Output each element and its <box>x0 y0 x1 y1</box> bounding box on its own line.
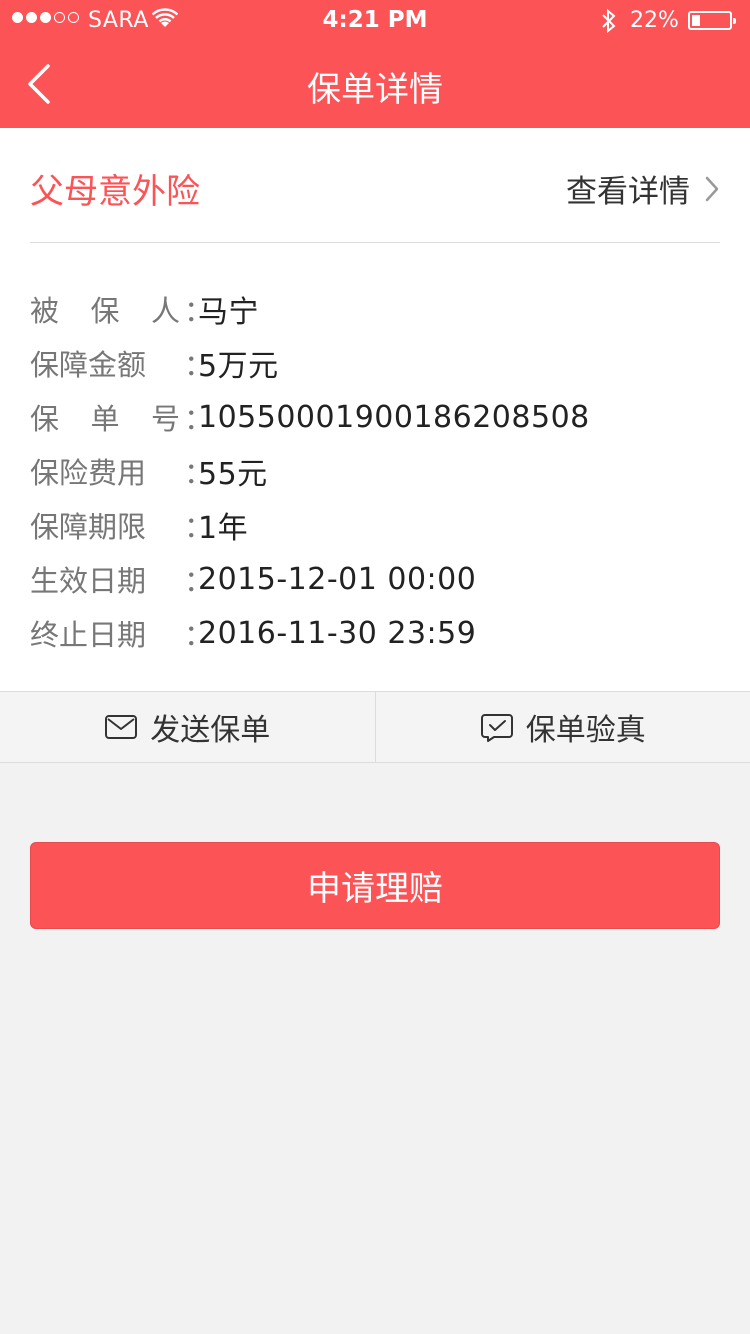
field-value: 2016-11-30 23:59 <box>198 615 477 651</box>
policy-fields: 被保人 ： 马宁 保障金额 ： 5万元 保单号 ： 10550001900186… <box>30 282 589 660</box>
field-policy-number: 保单号 ： 1055000190018620850​8 <box>30 390 589 444</box>
bluetooth-icon <box>602 8 616 34</box>
verify-policy-label: 保单验真 <box>525 713 646 748</box>
divider <box>30 242 720 243</box>
apply-claim-button[interactable]: 申请理赔 <box>30 842 720 929</box>
page-title: 保单详情 <box>307 70 443 110</box>
field-value: 5万元 <box>198 349 279 384</box>
field-term: 保障期限 ： 1年 <box>30 498 248 552</box>
field-label: 终止日期 <box>30 618 147 652</box>
field-value: 马宁 <box>198 295 259 330</box>
field-label: 保单号 <box>30 402 180 436</box>
verify-policy-button[interactable]: 保单验真 <box>374 692 750 762</box>
battery-icon <box>688 11 736 30</box>
policy-card: 父母意外险 查看详情 被保人 ： 马宁 保障金额 ： 5万元 保单号 ： 105… <box>0 128 750 691</box>
field-label: 生效日期 <box>30 564 147 598</box>
field-insured: 被保人 ： 马宁 <box>30 282 259 336</box>
field-value: 55元 <box>198 457 268 492</box>
field-value: 2015-12-01 00:00 <box>198 561 477 597</box>
envelope-icon <box>105 715 138 739</box>
field-label: 保障期限 <box>30 510 147 544</box>
top-bar: SARA 4:21 PM 22% 保单详情 <box>0 0 750 128</box>
field-label: 保险费用 <box>30 456 147 490</box>
chevron-right-icon <box>705 176 719 201</box>
field-value: 1055000190018620850​8 <box>198 399 590 435</box>
battery-percent: 22% <box>630 8 679 33</box>
product-name: 父母意外险 <box>30 172 200 212</box>
verify-check-icon <box>480 714 513 742</box>
field-start-date: 生效日期 ： 2015-12-01 00:00 <box>30 552 476 606</box>
field-label: 保障金额 <box>30 348 147 382</box>
view-details-label: 查看详情 <box>566 174 690 210</box>
field-label: 被保人 <box>30 294 180 328</box>
send-policy-button[interactable]: 发送保单 <box>0 692 375 762</box>
field-value: 1年 <box>198 511 249 546</box>
policy-actions: 发送保单 保单验真 <box>0 691 750 763</box>
field-premium: 保险费用 ： 55元 <box>30 444 267 498</box>
status-bar: SARA 4:21 PM 22% <box>0 0 750 40</box>
field-coverage: 保障金额 ： 5万元 <box>30 336 278 390</box>
view-details-link[interactable]: 查看详情 <box>566 166 720 211</box>
send-policy-label: 发送保单 <box>150 713 271 748</box>
field-end-date: 终止日期 ： 2016-11-30 23:59 <box>30 606 476 660</box>
